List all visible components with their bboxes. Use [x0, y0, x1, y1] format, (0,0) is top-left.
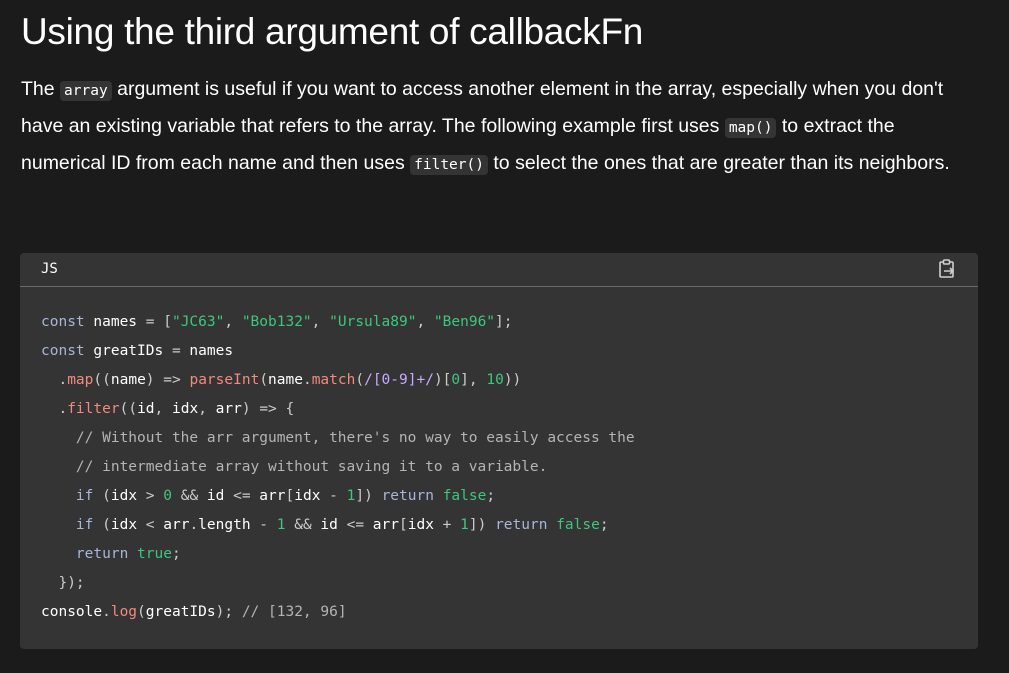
code-line-7: if (idx > 0 && id <= arr[idx - 1]) retur…: [75, 488, 496, 504]
para-text-1: The: [21, 78, 61, 100]
inline-code-array: array: [60, 81, 112, 101]
inline-code-filter: filter(): [410, 155, 488, 175]
code-header: JS: [20, 253, 978, 287]
code-line-9: return true;: [75, 546, 181, 562]
code-line-6: // intermediate array without saving it …: [41, 459, 548, 475]
code-line-10: });: [58, 575, 85, 591]
intro-paragraph: The array argument is useful if you want…: [21, 72, 981, 183]
code-line-11: console.log(greatIDs); // [132, 96]: [41, 604, 347, 620]
inline-code-map: map(): [724, 118, 777, 138]
code-content: const names = ["JC63", "Bob132", "Ursula…: [41, 308, 635, 627]
para-text-4: to select the ones that are greater than…: [487, 152, 950, 174]
code-line-2: const greatIDs = names: [41, 343, 234, 359]
code-line-5: // Without the arr argument, there's no …: [41, 430, 635, 446]
code-line-3: .map((name) => parseInt(name.match(/[0-9…: [58, 372, 522, 388]
clipboard-icon[interactable]: [936, 258, 958, 280]
code-line-8: if (idx < arr.length - 1 && id <= arr[id…: [75, 517, 609, 533]
code-line-1: const names = ["JC63", "Bob132", "Ursula…: [41, 314, 513, 330]
code-language-label: JS: [41, 261, 58, 277]
code-example-block: JS const names = ["JC63", "Bob132", "Urs…: [20, 253, 978, 649]
code-line-4: .filter((id, idx, arr) => {: [58, 401, 295, 417]
page-heading: Using the third argument of callbackFn: [21, 11, 644, 52]
